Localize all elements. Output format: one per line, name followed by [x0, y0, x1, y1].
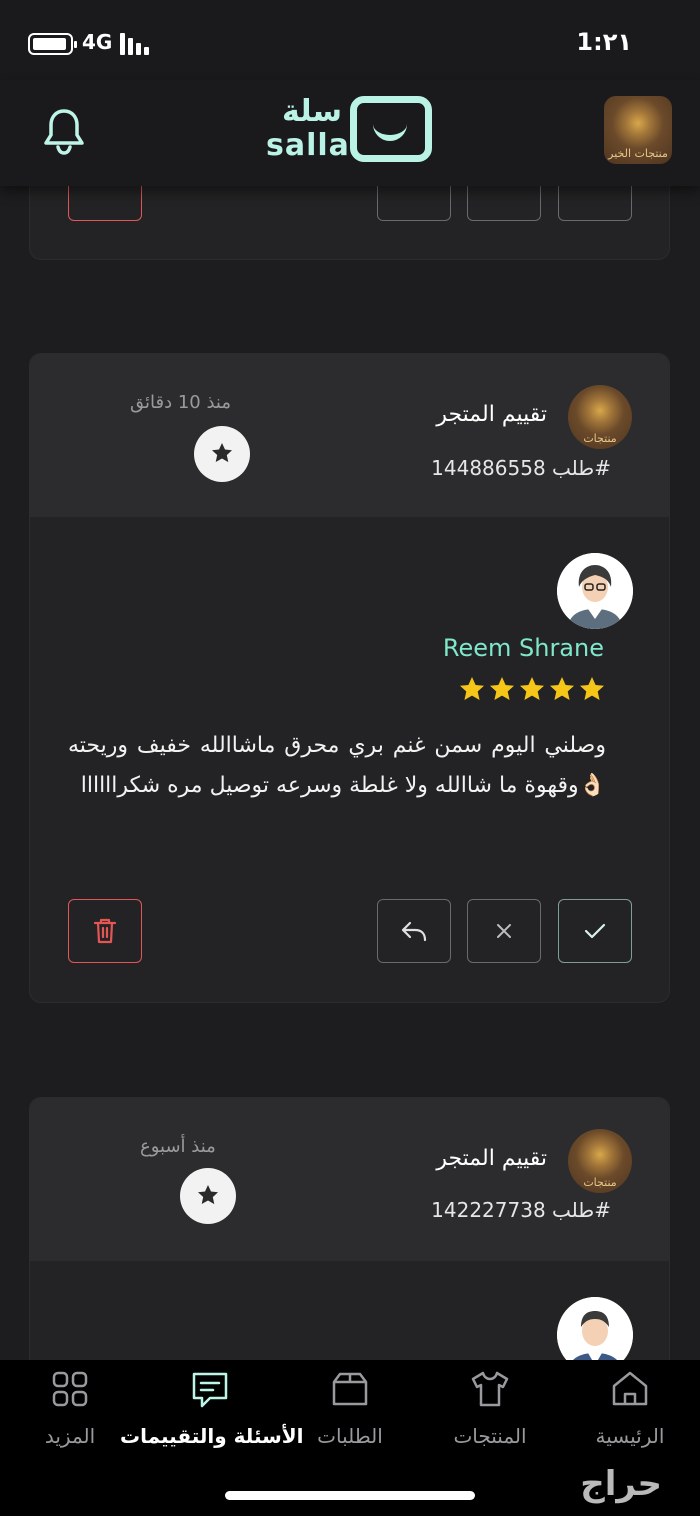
review-title: تقييم المتجر	[436, 402, 547, 427]
reply-icon	[401, 921, 427, 942]
close-icon	[497, 924, 511, 938]
store-thumbnail: منتجات	[568, 385, 632, 449]
status-bar: 4G 1:٢١	[0, 0, 700, 80]
app-header: سلة salla منتجات الخير	[0, 80, 700, 186]
store-avatar[interactable]: منتجات الخير	[604, 96, 672, 164]
rating-type-badge	[194, 426, 250, 482]
logo-arabic: سلة	[282, 94, 342, 129]
review-card: منتجات تقييم المتجر طلب 142227738# منذ أ…	[29, 1097, 670, 1397]
signal-icon	[120, 33, 154, 55]
trash-icon	[93, 918, 117, 944]
shirt-icon	[471, 1371, 509, 1407]
logo-mark	[350, 96, 432, 162]
review-card-header: منتجات تقييم المتجر طلب 142227738# منذ أ…	[30, 1098, 669, 1261]
approve-button[interactable]	[558, 899, 632, 963]
review-text: وصلني اليوم سمن غنم بري محرق ماشاالله خف…	[68, 733, 606, 798]
salla-logo: سلة salla	[264, 92, 436, 166]
reject-button[interactable]	[467, 899, 541, 963]
bottom-navigation: الرئيسية المنتجات الطلبات الأسئلة والتقي…	[0, 1360, 700, 1516]
order-number: طلب 142227738#	[431, 1198, 611, 1222]
review-time: منذ 10 دقائق	[130, 392, 232, 413]
review-card: منتجات تقييم المتجر طلب 144886558# منذ 1…	[29, 353, 670, 1003]
store-badge-text: منتجات الخير	[608, 147, 668, 160]
nav-label: المنتجات	[453, 1424, 527, 1448]
watermark: حراج	[580, 1464, 662, 1504]
reply-button[interactable]	[377, 899, 451, 963]
order-number: طلب 144886558#	[431, 456, 611, 480]
reviewer-avatar	[557, 553, 633, 629]
review-card-header: منتجات تقييم المتجر طلب 144886558# منذ 1…	[30, 354, 669, 517]
nav-label: الأسئلة والتقييمات	[120, 1424, 304, 1448]
nav-products[interactable]: المنتجات	[430, 1360, 550, 1460]
grid-icon	[52, 1371, 88, 1407]
nav-label: الرئيسية	[595, 1424, 665, 1448]
rating-type-badge	[180, 1168, 236, 1224]
reviewer-name: Reem Shrane	[442, 634, 604, 662]
star-icon	[212, 443, 232, 463]
check-icon	[584, 923, 606, 939]
store-thumbnail: منتجات	[568, 1129, 632, 1193]
box-icon	[332, 1372, 368, 1406]
review-title: تقييم المتجر	[436, 1146, 547, 1171]
nav-reviews[interactable]: الأسئلة والتقييمات	[120, 1360, 304, 1460]
battery-icon	[28, 33, 77, 55]
nav-orders[interactable]: الطلبات	[290, 1360, 410, 1460]
bell-icon[interactable]	[40, 106, 88, 158]
nav-home[interactable]: الرئيسية	[570, 1360, 690, 1460]
network-type: 4G	[82, 30, 113, 54]
chat-icon	[192, 1372, 228, 1408]
home-indicator[interactable]	[225, 1491, 475, 1500]
rating-stars	[458, 676, 606, 708]
star-icon	[198, 1185, 218, 1205]
logo-english: salla	[266, 128, 350, 163]
home-icon	[612, 1371, 648, 1406]
review-time: منذ أسبوع	[140, 1136, 216, 1157]
status-time: 1:٢١	[576, 28, 632, 56]
nav-label: المزيد	[44, 1424, 96, 1448]
nav-label: الطلبات	[317, 1424, 383, 1448]
delete-button[interactable]	[68, 899, 142, 963]
nav-more[interactable]: المزيد	[20, 1360, 120, 1460]
